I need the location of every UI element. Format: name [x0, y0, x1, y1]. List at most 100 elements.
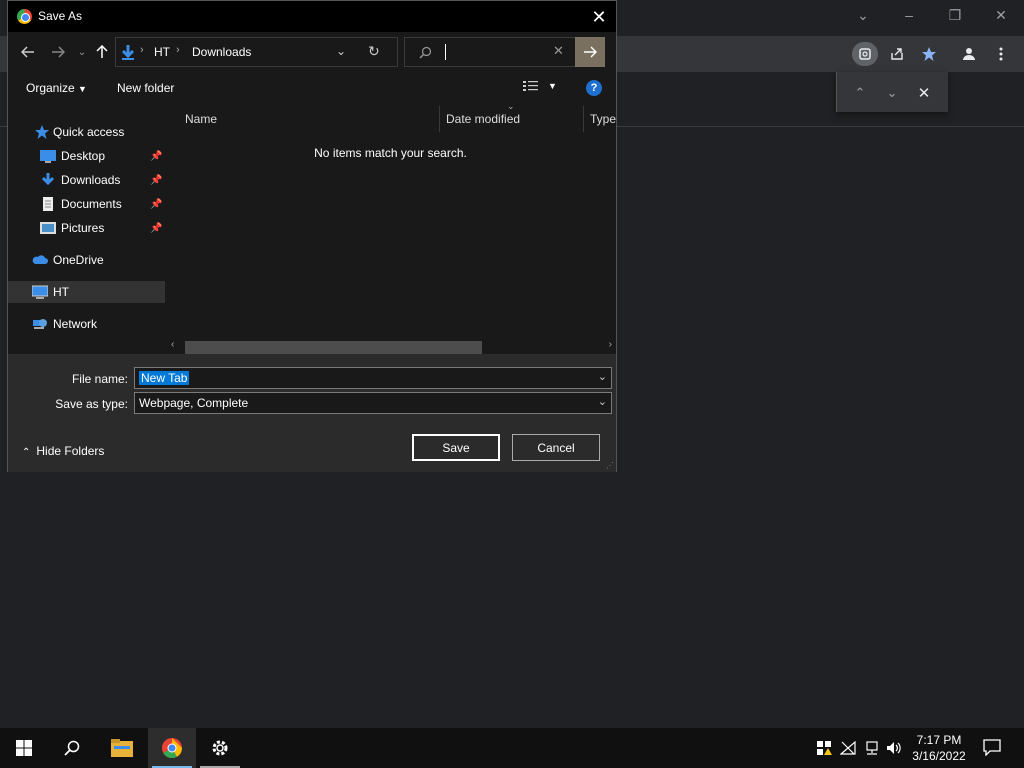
breadcrumb-downloads[interactable]: Downloads	[192, 45, 251, 59]
chevron-up-icon: ⌃	[22, 447, 31, 458]
column-header-name[interactable]: Name	[185, 112, 217, 126]
column-divider[interactable]	[439, 106, 440, 132]
file-name-input[interactable]: New Tab ⌄	[134, 367, 612, 389]
restore-button[interactable]: ❐	[932, 4, 978, 26]
nav-item-pictures[interactable]: Pictures 📌	[8, 217, 165, 239]
recent-locations-chevron-icon[interactable]: ⌄	[72, 42, 92, 62]
column-header-date-modified[interactable]: Date modified	[446, 112, 520, 126]
horizontal-scrollbar[interactable]: ‹ ›	[165, 338, 616, 354]
menu-icon[interactable]	[988, 42, 1014, 66]
empty-message: No items match your search.	[314, 146, 467, 160]
nav-label: Pictures	[61, 221, 105, 235]
address-bar[interactable]: › HT › Downloads ⌄ ↻	[115, 37, 398, 67]
text-cursor	[445, 44, 446, 60]
refresh-icon[interactable]: ↻	[368, 43, 380, 60]
sort-indicator-icon: ⌄	[507, 101, 515, 111]
pin-icon: 📌	[150, 150, 163, 162]
nav-item-onedrive[interactable]: OneDrive	[8, 249, 165, 271]
nav-label: Downloads	[61, 173, 121, 187]
nav-item-quick-access[interactable]: Quick access	[8, 121, 165, 143]
search-icon	[64, 740, 80, 756]
folder-icon	[111, 739, 133, 757]
tab-search-chevron-icon[interactable]: ⌄	[840, 4, 886, 26]
address-dropdown-icon[interactable]: ⌄	[336, 44, 346, 58]
start-button[interactable]	[0, 728, 48, 768]
profile-icon[interactable]	[956, 42, 982, 66]
clear-search-icon[interactable]: ✕	[553, 43, 564, 59]
search-taskbar-button[interactable]	[48, 728, 96, 768]
file-name-label: File name:	[71, 372, 128, 386]
hide-folders-button[interactable]: ⌃ Hide Folders	[22, 444, 104, 458]
save-as-type-select[interactable]: Webpage, Complete ⌄	[134, 392, 612, 414]
back-arrow-icon[interactable]	[18, 42, 38, 62]
settings-taskbar-button[interactable]	[196, 728, 244, 768]
nav-item-desktop[interactable]: Desktop 📌	[8, 145, 165, 167]
breadcrumb-ht[interactable]: HT	[154, 45, 170, 59]
pin-icon: 📌	[150, 222, 163, 234]
pin-icon: 📌	[150, 198, 163, 210]
breadcrumb-chevron-icon: ›	[140, 44, 144, 56]
pin-icon: 📌	[150, 174, 163, 186]
security-icon[interactable]	[816, 740, 832, 759]
up-arrow-icon[interactable]	[92, 42, 112, 62]
hide-folders-label: Hide Folders	[36, 444, 105, 458]
file-name-value: New Tab	[139, 371, 190, 385]
file-name-dropdown-icon[interactable]: ⌄	[598, 370, 607, 383]
minimize-button[interactable]: –	[886, 4, 932, 26]
nav-item-network[interactable]: Network	[8, 313, 165, 335]
organize-button[interactable]: Organize ▼	[26, 81, 87, 95]
dialog-title: Save As	[38, 9, 83, 23]
organize-dropdown-icon: ▼	[78, 84, 87, 94]
system-clock[interactable]: 7:17 PM 3/16/2022	[908, 732, 970, 764]
taskbar: 7:17 PM 3/16/2022	[0, 728, 1024, 768]
save-button[interactable]: Save	[412, 434, 500, 461]
dialog-titlebar: Save As ✕	[8, 1, 616, 32]
column-header-type[interactable]: Type	[590, 112, 616, 126]
zoom-icon[interactable]	[852, 42, 878, 66]
find-bar: ⌃ ⌄ ✕	[836, 72, 948, 112]
save-as-type-dropdown-icon[interactable]: ⌄	[598, 395, 607, 408]
scroll-left-icon[interactable]: ‹	[171, 339, 174, 350]
navigation-pane: Quick access Desktop 📌 Downloads 📌 Docum…	[8, 104, 165, 354]
scroll-right-icon[interactable]: ›	[609, 339, 612, 350]
view-dropdown-icon[interactable]: ▼	[548, 81, 557, 91]
nav-item-documents[interactable]: Documents 📌	[8, 193, 165, 215]
chrome-taskbar-button[interactable]	[148, 728, 196, 768]
find-next-icon[interactable]: ⌄	[883, 84, 901, 102]
nav-item-downloads[interactable]: Downloads 📌	[8, 169, 165, 191]
volume-icon[interactable]	[886, 740, 902, 759]
search-go-button[interactable]	[575, 37, 605, 67]
new-folder-button[interactable]: New folder	[117, 81, 174, 95]
help-icon[interactable]: ?	[586, 80, 602, 96]
cancel-button[interactable]: Cancel	[512, 434, 600, 461]
file-explorer-button[interactable]	[98, 728, 146, 768]
column-divider[interactable]	[583, 106, 584, 132]
nav-label: Documents	[61, 197, 122, 211]
ethernet-icon[interactable]	[864, 740, 880, 759]
view-options-icon[interactable]	[523, 80, 539, 95]
organize-label: Organize	[26, 81, 75, 95]
find-close-icon[interactable]: ✕	[915, 84, 933, 102]
network-disconnected-icon[interactable]	[839, 740, 856, 759]
notifications-icon[interactable]	[983, 738, 1001, 759]
breadcrumb-chevron-icon: ›	[176, 44, 180, 56]
nav-item-ht[interactable]: HT	[8, 281, 165, 303]
resize-grip-icon[interactable]: ⋰	[606, 461, 614, 470]
clock-time: 7:17 PM	[916, 733, 962, 747]
nav-label: HT	[53, 285, 69, 299]
share-icon[interactable]	[884, 42, 910, 66]
windows-logo-icon	[16, 740, 32, 756]
command-bar: Organize ▼ New folder ▼ ?	[8, 72, 616, 104]
close-window-button[interactable]: ✕	[978, 4, 1024, 26]
bookmark-star-icon[interactable]	[916, 42, 942, 66]
forward-arrow-icon[interactable]	[48, 42, 68, 62]
chrome-icon	[17, 9, 32, 24]
picture-icon	[40, 222, 56, 234]
scrollbar-thumb[interactable]	[185, 341, 482, 354]
save-form: File name: New Tab ⌄ Save as type: Webpa…	[8, 354, 616, 472]
nav-label: Network	[53, 317, 98, 331]
dialog-close-button[interactable]: ✕	[588, 6, 610, 28]
dialog-navbar: ⌄ › HT › Downloads ⌄ ↻ ✕	[8, 32, 616, 72]
file-list-pane: Name ⌄ Date modified Type No items match…	[165, 101, 616, 354]
find-previous-icon[interactable]: ⌃	[851, 84, 869, 102]
